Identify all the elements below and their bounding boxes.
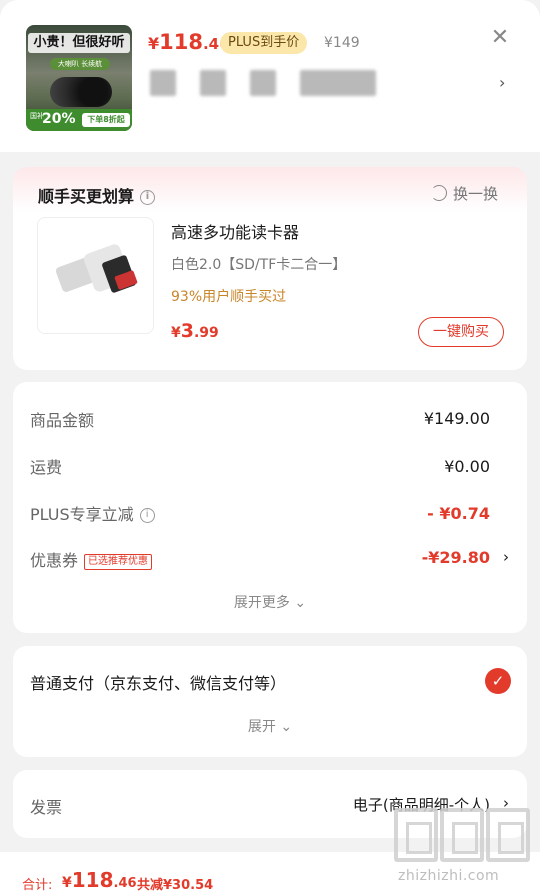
goods-amount-value: ¥149.00 xyxy=(423,409,490,428)
total-label: 合计: xyxy=(22,878,53,893)
thumb-promo-band: 国补 20% 下单8折起 xyxy=(26,109,132,131)
info-icon[interactable]: i xyxy=(140,190,156,205)
price-currency: ¥ xyxy=(148,34,160,53)
expand-more-button[interactable]: 展开更多 ⌄ xyxy=(13,592,527,612)
shipping-value: ¥0.00 xyxy=(444,457,490,476)
total-decimal: .46 xyxy=(113,876,137,891)
payment-method-label[interactable]: 普通支付（京东支付、微信支付等） xyxy=(30,670,286,694)
recommend-title: 顺手买更划算 i xyxy=(38,183,156,207)
watermark-glyph xyxy=(486,808,530,862)
coupon-label[interactable]: 优惠券 已选推荐优惠 xyxy=(30,547,153,571)
goods-amount-label: 商品金额 xyxy=(30,411,95,430)
chevron-down-icon: ⌄ xyxy=(280,719,293,735)
order-sheet: 小贵！但很好听 大喇叭 长续航 国补 20% 下单8折起 ¥118.46 PLU… xyxy=(0,0,540,896)
rec-price-integer: 3 xyxy=(180,320,194,342)
product-header: 小贵！但很好听 大喇叭 长续航 国补 20% 下单8折起 ¥118.46 PLU… xyxy=(0,0,540,152)
payment-expand-button[interactable]: 展开 ⌄ xyxy=(13,716,527,736)
close-icon[interactable]: ✕ xyxy=(488,26,512,50)
price-integer: 118 xyxy=(159,30,203,54)
thumb-band-offer: 下单8折起 xyxy=(82,113,130,127)
one-click-buy-button[interactable]: 一键购买 xyxy=(418,317,504,347)
recommend-item-bought: 93%用户顺手买过 xyxy=(171,289,287,305)
coupon-value[interactable]: -¥29.80 xyxy=(422,548,490,567)
recommend-title-text: 顺手买更划算 xyxy=(38,187,135,206)
total-integer: 118 xyxy=(71,868,114,892)
thumb-title: 小贵！但很好听 xyxy=(28,33,130,53)
invoice-label: 发票 xyxy=(30,798,63,817)
original-price: ¥149 xyxy=(324,35,360,51)
plus-discount-label: PLUS专享立减 i xyxy=(30,501,155,525)
recommend-card: 顺手买更划算 i 换一换 高速多功能读卡器 白色2.0【SD/TF卡二合一】 93… xyxy=(13,167,527,370)
speaker-image xyxy=(50,77,112,107)
coupon-tag: 已选推荐优惠 xyxy=(84,554,153,570)
plus-price-badge: PLUS到手价 xyxy=(220,32,308,54)
card-reader-image[interactable] xyxy=(37,217,154,334)
thumb-band-percent: 20% xyxy=(42,111,76,127)
watermark-glyph xyxy=(440,808,484,862)
total-currency: ¥ xyxy=(62,875,72,891)
product-thumbnail[interactable]: 小贵！但很好听 大喇叭 长续航 国补 20% 下单8折起 xyxy=(26,25,132,131)
price-summary-card: 商品金额 ¥149.00 运费 ¥0.00 PLUS专享立减 i - ¥0.74 … xyxy=(13,382,527,633)
payment-card: 普通支付（京东支付、微信支付等） ✓ 展开 ⌄ xyxy=(13,646,527,757)
chevron-right-icon[interactable]: › xyxy=(503,548,509,566)
rec-price-decimal: .99 xyxy=(193,325,219,341)
blurred-spec-3[interactable] xyxy=(250,70,276,96)
total-saved: 共减¥30.54 xyxy=(137,878,214,893)
blurred-spec-4[interactable] xyxy=(300,70,376,96)
refresh-icon xyxy=(431,185,447,201)
recommend-item-price: ¥3.99 xyxy=(171,320,219,342)
check-icon[interactable]: ✓ xyxy=(485,668,511,694)
watermark-text: zhizhizhi.com xyxy=(398,868,500,884)
chevron-down-icon: ⌄ xyxy=(294,595,307,611)
product-price: ¥118.46 xyxy=(148,30,230,54)
info-icon[interactable]: i xyxy=(139,508,155,523)
rec-price-currency: ¥ xyxy=(171,325,181,341)
shipping-label: 运费 xyxy=(30,458,63,477)
blurred-spec-2[interactable] xyxy=(200,70,226,96)
swap-button[interactable]: 换一换 xyxy=(431,183,498,204)
site-watermark: zhizhizhi.com xyxy=(392,808,532,888)
thumb-subtitle: 大喇叭 长续航 xyxy=(50,58,110,70)
expand-more-label: 展开更多 xyxy=(233,595,290,611)
payment-expand-label: 展开 xyxy=(247,719,276,735)
chevron-right-icon[interactable]: › xyxy=(499,73,505,92)
total-price: ¥118.46 xyxy=(62,868,137,892)
plus-discount-text: PLUS专享立减 xyxy=(30,505,134,524)
recommend-item-name[interactable]: 高速多功能读卡器 xyxy=(171,219,299,243)
swap-label: 换一换 xyxy=(453,185,499,203)
plus-discount-value: - ¥0.74 xyxy=(427,504,490,523)
watermark-glyph xyxy=(394,808,438,862)
recommend-item-spec: 白色2.0【SD/TF卡二合一】 xyxy=(171,257,347,273)
blurred-spec-1[interactable] xyxy=(150,70,176,96)
coupon-text: 优惠券 xyxy=(30,551,79,570)
